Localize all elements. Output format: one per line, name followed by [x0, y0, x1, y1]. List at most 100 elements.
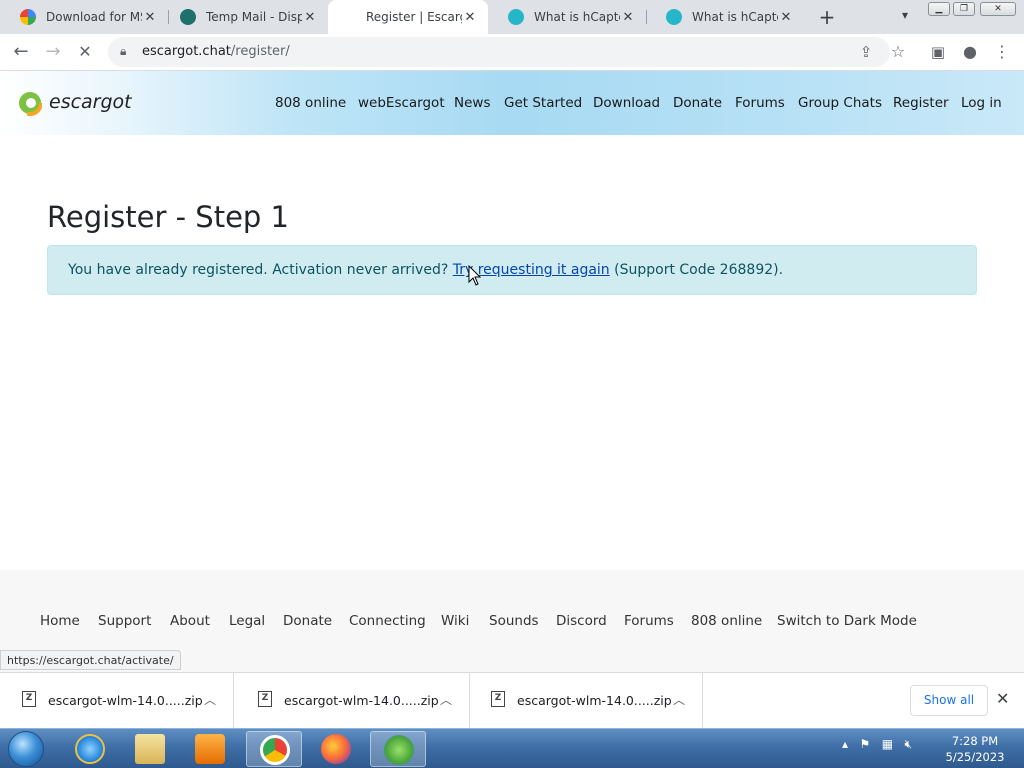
nav-log-in[interactable]: Log in	[961, 95, 1002, 111]
nav-get-started[interactable]: Get Started	[504, 95, 582, 111]
nav-808-online[interactable]: 808 online	[275, 95, 346, 111]
tab-close-icon[interactable]: ✕	[778, 10, 794, 25]
close-download-bar-icon[interactable]: ✕	[996, 689, 1009, 708]
tab-title: What is hCaptcha	[692, 10, 778, 24]
zip-file-icon: Z	[491, 691, 505, 707]
footer-link-dark-mode[interactable]: Switch to Dark Mode	[777, 613, 917, 629]
messenger-icon	[384, 735, 414, 765]
nav-forums[interactable]: Forums	[735, 95, 785, 111]
download-bar: Z escargot-wlm-14.0.....zip ︿ Z escargot…	[0, 672, 1024, 729]
tab-close-icon[interactable]: ✕	[462, 10, 478, 25]
close-window-icon[interactable]: ✕	[980, 2, 1016, 16]
taskbar-messenger[interactable]	[370, 731, 426, 767]
share-icon[interactable]: ⇪	[855, 41, 877, 63]
media-player-icon	[195, 734, 225, 764]
temp-mail-favicon-icon	[180, 9, 196, 25]
nav-register[interactable]: Register	[893, 95, 949, 111]
site-header: escargot 808 online webEscargot News Get…	[0, 71, 1024, 135]
footer-link-home[interactable]: Home	[40, 613, 80, 629]
tab-title: Register | Escargo	[366, 10, 462, 24]
side-panel-icon[interactable]: ▣	[927, 41, 949, 63]
tab-strip: Download for MSN ✕ Temp Mail - Dispo ✕ R…	[0, 0, 1024, 34]
lock-icon[interactable]: 🔒︎	[120, 44, 126, 59]
download-filename: escargot-wlm-14.0.....zip	[284, 693, 439, 708]
nav-download[interactable]: Download	[593, 95, 660, 111]
tab-title: Temp Mail - Dispo	[206, 10, 302, 24]
tab-search-chevron-icon[interactable]: ▾	[896, 8, 914, 26]
tab-register-escargot[interactable]: Register | Escargo ✕	[328, 0, 488, 34]
download-filename: escargot-wlm-14.0.....zip	[48, 693, 203, 708]
taskbar-firefox[interactable]	[308, 731, 364, 767]
address-bar[interactable]: 🔒︎ escargot.chat/register/	[108, 37, 890, 67]
download-item[interactable]: Z escargot-wlm-14.0.....zip ︿	[0, 673, 234, 729]
footer-link-about[interactable]: About	[170, 613, 210, 629]
network-icon[interactable]: ▦	[882, 737, 893, 751]
tab-hcaptcha-1[interactable]: What is hCaptcha ✕	[488, 0, 646, 34]
taskbar-internet-explorer[interactable]	[62, 731, 118, 767]
hcaptcha-favicon-icon	[508, 9, 524, 25]
escargot-logo-icon[interactable]	[18, 89, 42, 117]
page-title: Register - Step 1	[47, 200, 289, 234]
download-item[interactable]: Z escargot-wlm-14.0.....zip ︿	[236, 673, 470, 729]
footer-link-donate[interactable]: Donate	[283, 613, 332, 629]
tab-close-icon[interactable]: ✕	[302, 10, 318, 25]
back-arrow-icon[interactable]: ←	[10, 41, 32, 63]
chevron-up-icon[interactable]: ︿	[440, 691, 452, 708]
nav-group-chats[interactable]: Group Chats	[798, 95, 882, 111]
tab-hcaptcha-2[interactable]: What is hCaptcha ✕	[646, 0, 804, 34]
minimize-window-icon[interactable]: ▁	[928, 2, 950, 16]
alert-prefix: You have already registered. Activation …	[68, 262, 453, 278]
site-logo-text[interactable]: escargot	[49, 91, 132, 113]
menu-kebab-icon[interactable]: ⋮	[991, 41, 1013, 63]
footer-link-sounds[interactable]: Sounds	[489, 613, 539, 629]
profile-avatar-icon[interactable]: ●	[959, 41, 981, 63]
footer-link-wiki[interactable]: Wiki	[441, 613, 469, 629]
tab-close-icon[interactable]: ✕	[620, 10, 636, 25]
url-text[interactable]: escargot.chat/register/	[142, 44, 290, 59]
status-bar-url: https://escargot.chat/activate/	[0, 650, 181, 670]
taskbar-chrome[interactable]	[246, 731, 302, 767]
chrome-favicon-icon	[20, 9, 36, 25]
new-tab-plus-icon[interactable]: +	[818, 6, 836, 28]
alert-message: You have already registered. Activation …	[68, 262, 783, 278]
show-hidden-icons-icon[interactable]: ▴	[842, 737, 848, 751]
stop-loading-icon[interactable]: ✕	[74, 41, 96, 63]
chrome-icon	[260, 735, 290, 765]
info-alert: You have already registered. Activation …	[47, 245, 977, 295]
system-clock[interactable]: 7:28 PM 5/25/2023	[944, 733, 1006, 765]
firefox-icon	[321, 734, 351, 764]
download-item[interactable]: Z escargot-wlm-14.0.....zip ︿	[469, 673, 703, 729]
tab-close-icon[interactable]: ✕	[142, 10, 158, 25]
nav-donate[interactable]: Donate	[673, 95, 722, 111]
volume-muted-icon[interactable]: 🔇︎	[905, 737, 913, 751]
footer-link-legal[interactable]: Legal	[229, 613, 265, 629]
taskbar-media-player[interactable]	[182, 731, 238, 767]
tab-title: What is hCaptcha	[534, 10, 620, 24]
nav-news[interactable]: News	[454, 95, 490, 111]
chevron-up-icon[interactable]: ︿	[204, 691, 216, 708]
show-all-downloads-button[interactable]: Show all	[910, 685, 988, 716]
footer-link-connecting[interactable]: Connecting	[349, 613, 426, 629]
zip-file-icon: Z	[22, 691, 36, 707]
footer-link-forums[interactable]: Forums	[624, 613, 674, 629]
footer-link-support[interactable]: Support	[98, 613, 151, 629]
restore-window-icon[interactable]: ❐	[953, 2, 975, 16]
tab-title: Download for MSN	[46, 10, 142, 24]
alert-suffix: (Support Code 268892).	[609, 262, 784, 278]
tab-temp-mail[interactable]: Temp Mail - Dispo ✕	[160, 0, 328, 34]
hcaptcha-favicon-icon	[666, 9, 682, 25]
browser-toolbar: ← → ✕ 🔒︎ escargot.chat/register/ ⇪ ☆ ▣ ●…	[0, 34, 1024, 71]
forward-arrow-icon[interactable]: →	[42, 41, 64, 63]
clock-date: 5/25/2023	[945, 750, 1005, 764]
chevron-up-icon[interactable]: ︿	[673, 691, 685, 708]
tab-download-msn[interactable]: Download for MSN ✕	[0, 0, 168, 34]
start-orb-icon[interactable]	[8, 731, 44, 767]
footer-link-808-online[interactable]: 808 online	[691, 613, 762, 629]
bookmark-star-icon[interactable]: ☆	[887, 41, 909, 63]
taskbar-file-explorer[interactable]	[122, 731, 178, 767]
action-center-flag-icon[interactable]: ⚑	[859, 737, 870, 751]
nav-webescargot[interactable]: webEscargot	[358, 95, 445, 111]
footer-link-discord[interactable]: Discord	[556, 613, 607, 629]
url-host: escargot.chat	[142, 44, 231, 59]
folder-icon	[135, 734, 165, 764]
